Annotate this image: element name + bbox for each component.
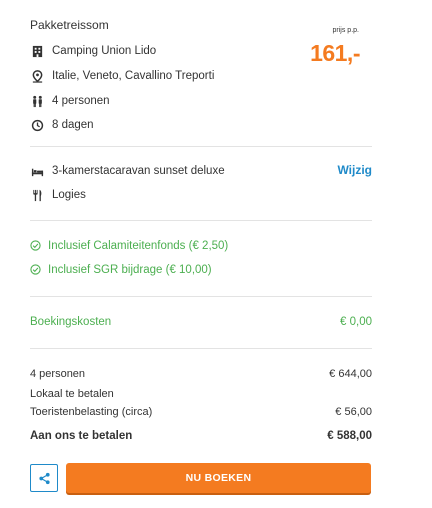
summary-persons-label: 4 personen — [30, 368, 86, 380]
inclusion-item: Inclusief Calamiteitenfonds (€ 2,50) — [30, 240, 228, 252]
price-per-person-label: prijs p.p. — [332, 27, 359, 34]
summary-tax-label: Toeristenbelasting (circa) — [30, 406, 153, 418]
cutlery-icon — [30, 188, 44, 202]
accommodation-type: 3-kamerstacaravan sunset deluxe — [30, 164, 225, 178]
detail-camping: Camping Union Lido — [30, 44, 156, 58]
detail-camping-text: Camping Union Lido — [52, 45, 157, 57]
divider — [30, 296, 372, 297]
summary-total-value: € 588,00 — [327, 430, 372, 442]
summary-tax-value: € 56,00 — [335, 406, 372, 418]
location-pin-icon — [30, 69, 44, 83]
booking-fee-label: Boekingskosten — [30, 316, 112, 328]
building-icon — [30, 44, 44, 58]
package-title: Pakketreissom — [30, 18, 109, 32]
book-now-button[interactable]: NU BOEKEN — [66, 463, 371, 493]
price-value: 161,- — [310, 40, 360, 66]
share-icon — [38, 472, 51, 485]
booking-summary-card: Pakketreissom prijs p.p. 161,- Camping U… — [0, 0, 432, 508]
divider — [30, 348, 372, 349]
check-circle-icon — [30, 240, 42, 252]
detail-location-text: Italie, Veneto, Cavallino Treporti — [52, 70, 215, 82]
bed-icon — [30, 164, 44, 178]
accommodation-board-text: Logies — [52, 189, 86, 201]
share-button[interactable] — [30, 464, 58, 492]
summary-total-row: Aan ons te betalen € 588,00 — [30, 430, 372, 442]
detail-persons: 4 personen — [30, 94, 110, 108]
summary-tax-row: Toeristenbelasting (circa) € 56,00 — [30, 406, 372, 418]
detail-duration-text: 8 dagen — [52, 119, 94, 131]
persons-icon — [30, 94, 44, 108]
divider — [30, 146, 372, 147]
accommodation-type-text: 3-kamerstacaravan sunset deluxe — [52, 165, 225, 177]
booking-fee-value: € 0,00 — [340, 316, 372, 328]
summary-local-row: Lokaal te betalen — [30, 388, 372, 400]
inclusion-item: Inclusief SGR bijdrage (€ 10,00) — [30, 264, 212, 276]
change-link[interactable]: Wijzig — [337, 163, 372, 177]
summary-total-label: Aan ons te betalen — [30, 430, 133, 442]
inclusion-text: Inclusief Calamiteitenfonds (€ 2,50) — [48, 240, 229, 252]
detail-location: Italie, Veneto, Cavallino Treporti — [30, 69, 214, 83]
summary-persons-row: 4 personen € 644,00 — [30, 368, 372, 380]
check-circle-icon — [30, 264, 42, 276]
inclusion-text: Inclusief SGR bijdrage (€ 10,00) — [48, 264, 212, 276]
clock-icon — [30, 118, 44, 132]
detail-persons-text: 4 personen — [52, 95, 110, 107]
detail-duration: 8 dagen — [30, 118, 94, 132]
summary-local-label: Lokaal te betalen — [30, 388, 114, 400]
accommodation-board: Logies — [30, 188, 86, 202]
summary-persons-value: € 644,00 — [329, 368, 372, 380]
divider — [30, 220, 372, 221]
